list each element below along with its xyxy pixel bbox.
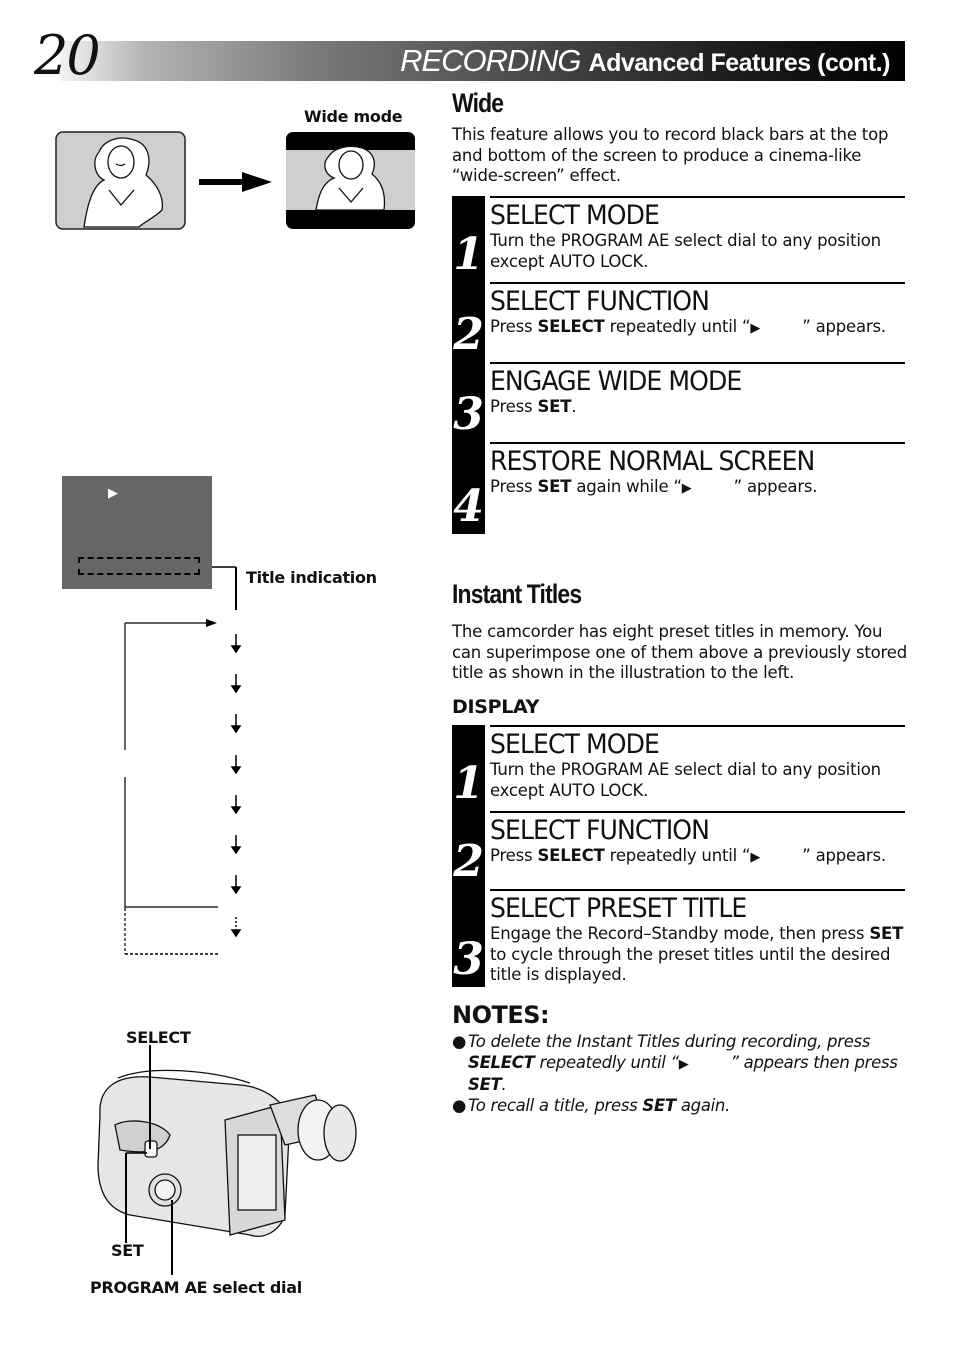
step-number: 2	[453, 836, 484, 887]
step-body: Press SELECT repeatedly until “▶” appear…	[490, 846, 886, 865]
step-number: 2	[453, 309, 484, 360]
title-indication-label: Title indication	[246, 568, 377, 587]
play-indicator-icon: ▶	[750, 321, 761, 336]
step-title: SELECT MODE	[490, 200, 660, 231]
notes-title: NOTES:	[452, 1001, 550, 1029]
page-title-main: RECORDING	[400, 43, 581, 78]
down-arrow-icon	[230, 674, 242, 694]
page-title: RECORDING Advanced Features (cont.)	[400, 41, 890, 81]
dashed-down-arrow-icon	[230, 917, 242, 938]
down-arrow-icon	[230, 755, 242, 775]
instant-step-2: 2 SELECT FUNCTION Press SELECT repeatedl…	[452, 811, 905, 889]
normal-screen-image	[55, 131, 186, 230]
step-title: SELECT FUNCTION	[490, 286, 710, 317]
display-subheading: DISPLAY	[452, 696, 540, 718]
down-arrow-icon	[230, 875, 242, 895]
step-title: SELECT MODE	[490, 729, 660, 760]
step-number: 3	[453, 389, 484, 440]
step-title: SELECT PRESET TITLE	[490, 893, 747, 924]
wide-step-1: 1 SELECT MODE Turn the PROGRAM AE select…	[452, 196, 905, 282]
step-title: ENGAGE WIDE MODE	[490, 366, 742, 397]
step-body: Press SET again while “▶” appears.	[490, 477, 818, 496]
instant-titles-intro: The camcorder has eight preset titles in…	[452, 622, 908, 682]
notes-list: ● To delete the Instant Titles during re…	[452, 1032, 912, 1116]
wide-step-2: 2 SELECT FUNCTION Press SELECT repeatedl…	[452, 282, 905, 362]
wide-intro: This feature allows you to record black …	[452, 125, 889, 185]
step-body: Turn the PROGRAM AE select dial to any p…	[490, 231, 881, 271]
instant-step-3: 3 SELECT PRESET TITLE Engage the Record–…	[452, 889, 905, 987]
title-cycle-diagram	[124, 566, 242, 955]
wide-heading: Wide	[452, 88, 504, 118]
step-number: 3	[453, 934, 484, 985]
loop-arrow-icon	[206, 619, 217, 627]
note-item: ● To delete the Instant Titles during re…	[452, 1032, 898, 1094]
instant-titles-heading: Instant Titles	[452, 579, 582, 609]
step-body: Engage the Record–Standby mode, then pre…	[490, 924, 904, 984]
note-item: ● To recall a title, press SET again.	[452, 1095, 731, 1115]
play-indicator-icon: ▶	[108, 486, 118, 501]
down-arrow-icon	[230, 634, 242, 654]
camcorder-illustration	[97, 1045, 357, 1275]
step-number: 1	[453, 229, 484, 280]
wide-step-3: 3 ENGAGE WIDE MODE Press SET.	[452, 362, 905, 442]
bullet-icon: ●	[452, 1032, 467, 1051]
page-number: 20	[34, 24, 101, 87]
wide-step-4: 4 RESTORE NORMAL SCREEN Press SET again …	[452, 442, 905, 534]
wide-screen-image	[286, 132, 415, 229]
step-number: 4	[453, 481, 484, 532]
step-body: Turn the PROGRAM AE select dial to any p…	[490, 760, 881, 800]
step-number: 1	[453, 758, 484, 809]
play-indicator-icon: ▶	[681, 481, 692, 496]
step-title: SELECT FUNCTION	[490, 815, 710, 846]
transform-arrow-icon	[199, 172, 272, 192]
down-arrow-icon	[230, 714, 242, 734]
wide-mode-illustration	[55, 131, 415, 230]
play-indicator-icon: ▶	[750, 850, 761, 865]
step-body: Press SELECT repeatedly until “▶” appear…	[490, 317, 886, 336]
wide-mode-label: Wide mode	[304, 107, 403, 126]
play-indicator-icon: ▶	[678, 1056, 689, 1072]
instant-step-1: 1 SELECT MODE Turn the PROGRAM AE select…	[452, 725, 905, 811]
step-title: RESTORE NORMAL SCREEN	[490, 446, 815, 477]
program-ae-dial-label: PROGRAM AE select dial	[90, 1278, 302, 1297]
bullet-icon: ●	[452, 1095, 467, 1115]
wide-steps: 1 SELECT MODE Turn the PROGRAM AE select…	[452, 196, 905, 534]
down-arrow-icon	[230, 835, 242, 855]
down-arrow-icon	[230, 795, 242, 815]
page-title-sub: Advanced Features (cont.)	[588, 49, 891, 77]
instant-titles-steps: 1 SELECT MODE Turn the PROGRAM AE select…	[452, 725, 905, 987]
step-body: Press SET.	[490, 397, 577, 416]
